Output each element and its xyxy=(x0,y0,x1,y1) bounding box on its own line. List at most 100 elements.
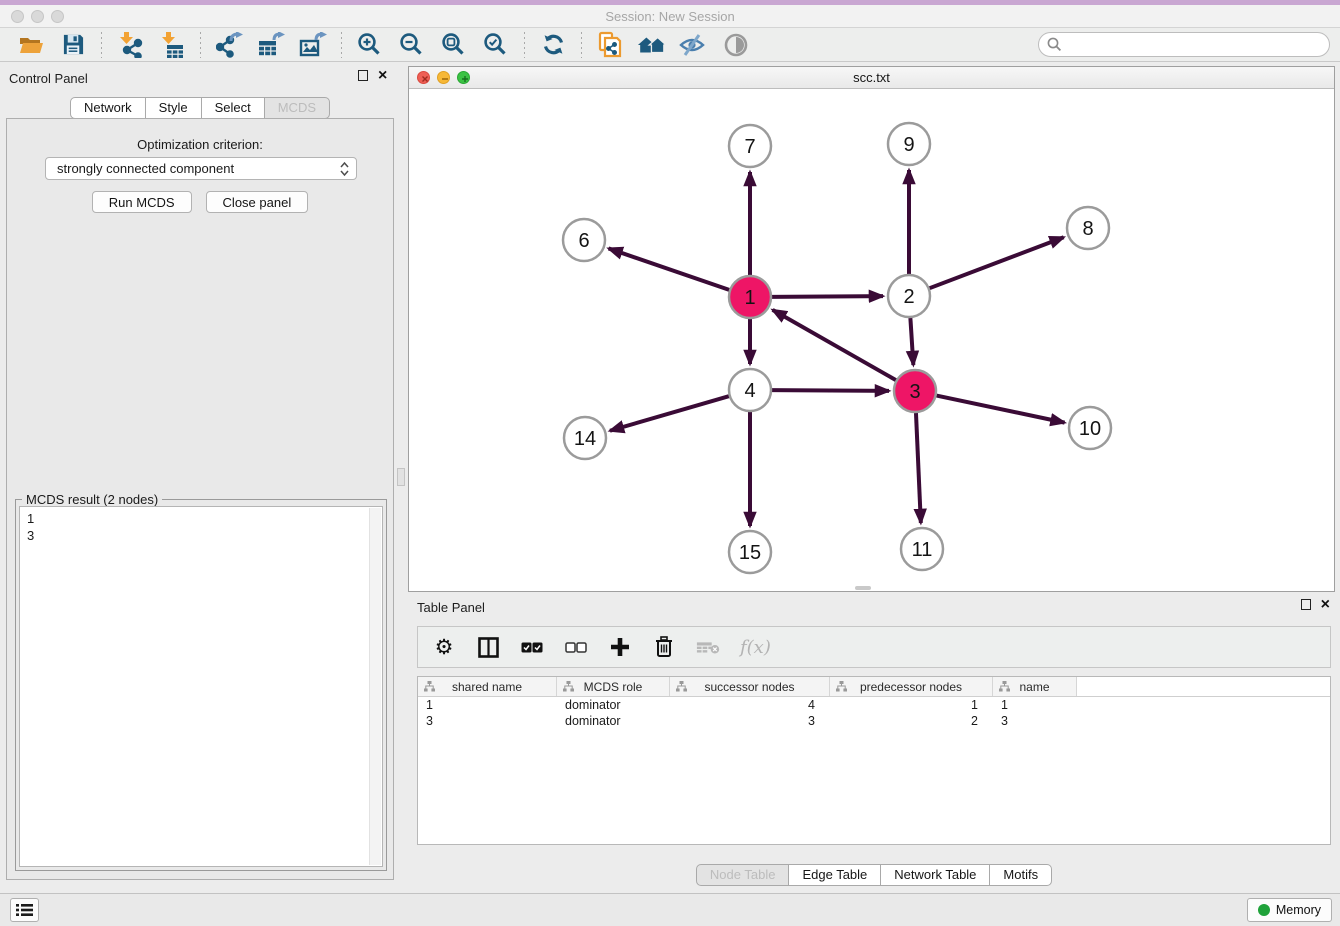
tab-select[interactable]: Select xyxy=(201,97,265,119)
delete-column-trash-icon[interactable] xyxy=(652,635,676,659)
graph-canvas[interactable]: 7 9 6 8 1 2 4 3 14 10 15 11 xyxy=(409,89,1334,591)
close-panel-button[interactable]: Close panel xyxy=(206,191,309,213)
graph-edge-1-2[interactable] xyxy=(772,296,883,297)
zoom-selected-icon[interactable] xyxy=(481,30,511,60)
graph-node-14[interactable]: 14 xyxy=(564,417,606,459)
zoom-in-icon[interactable] xyxy=(355,30,385,60)
node-table[interactable]: shared nameMCDS rolesuccessor nodesprede… xyxy=(417,676,1331,845)
table-cell[interactable]: dominator xyxy=(557,697,670,713)
optimization-criterion-dropdown[interactable]: strongly connected component xyxy=(45,157,357,180)
result-line: 1 xyxy=(27,510,375,527)
search-icon xyxy=(1047,37,1062,52)
graph-node-7[interactable]: 7 xyxy=(729,125,771,167)
control-panel-close-icon[interactable]: × xyxy=(378,70,387,81)
show-panel-eye-icon[interactable] xyxy=(721,30,751,60)
result-scrollbar[interactable] xyxy=(369,508,381,865)
graph-edge-2-8[interactable] xyxy=(930,237,1064,288)
column-header-predecessor-nodes[interactable]: predecessor nodes xyxy=(830,677,993,696)
graph-node-4[interactable]: 4 xyxy=(729,369,771,411)
graph-node-1[interactable]: 1 xyxy=(729,276,771,318)
column-header-name[interactable]: name xyxy=(993,677,1077,696)
graph-node-3[interactable]: 3 xyxy=(894,370,936,412)
graph-node-2[interactable]: 2 xyxy=(888,275,930,317)
graph-node-8[interactable]: 8 xyxy=(1067,207,1109,249)
network-window-title: scc.txt xyxy=(409,70,1334,85)
graph-edge-4-14[interactable] xyxy=(610,396,729,431)
graph-edge-2-3[interactable] xyxy=(910,318,913,365)
network-hscroll-handle[interactable] xyxy=(855,586,871,590)
mcds-result-title: MCDS result (2 nodes) xyxy=(22,492,162,507)
table-settings-gear-icon[interactable]: ⚙ xyxy=(432,635,456,659)
save-session-icon[interactable] xyxy=(58,30,88,60)
network-view-window: scc.txt 7 9 6 8 1 2 4 3 14 10 15 11 xyxy=(408,66,1335,592)
graph-node-10[interactable]: 10 xyxy=(1069,407,1111,449)
show-column-icon[interactable] xyxy=(476,635,500,659)
search-input[interactable] xyxy=(1038,32,1330,57)
table-cell[interactable]: 3 xyxy=(993,713,1077,729)
table-panel-close-icon[interactable]: × xyxy=(1321,599,1330,610)
control-panel-float-icon[interactable] xyxy=(358,70,368,81)
table-cell[interactable]: 1 xyxy=(830,697,993,713)
graph-node-6[interactable]: 6 xyxy=(563,219,605,261)
tab-network[interactable]: Network xyxy=(70,97,146,119)
graph-node-15[interactable]: 15 xyxy=(729,531,771,573)
zoom-fit-icon[interactable] xyxy=(439,30,469,60)
column-header-shared-name[interactable]: shared name xyxy=(418,677,557,696)
table-cell[interactable]: 3 xyxy=(418,713,557,729)
tab-node-table[interactable]: Node Table xyxy=(696,864,790,886)
copy-network-icon[interactable] xyxy=(595,30,625,60)
table-cell[interactable]: 3 xyxy=(670,713,830,729)
table-cell[interactable]: dominator xyxy=(557,713,670,729)
graph-edge-3-1[interactable] xyxy=(773,310,896,380)
control-panel: Control Panel × NetworkStyleSelectMCDS O… xyxy=(0,62,400,893)
table-row[interactable]: 1dominator411 xyxy=(418,697,1330,713)
home-icon[interactable] xyxy=(637,30,667,60)
refresh-icon[interactable] xyxy=(538,30,568,60)
run-mcds-button[interactable]: Run MCDS xyxy=(92,191,192,213)
column-header-MCDS-role[interactable]: MCDS role xyxy=(557,677,670,696)
select-all-icon[interactable] xyxy=(520,635,544,659)
graph-node-11[interactable]: 11 xyxy=(901,528,943,570)
graph-node-label: 1 xyxy=(744,287,755,309)
list-icon xyxy=(16,903,33,917)
tab-network-table[interactable]: Network Table xyxy=(880,864,990,886)
table-cell[interactable]: 4 xyxy=(670,697,830,713)
graph-edge-3-11[interactable] xyxy=(916,413,921,523)
tab-style[interactable]: Style xyxy=(145,97,202,119)
graph-node-label: 2 xyxy=(903,286,914,308)
panel-splitter-handle[interactable] xyxy=(397,468,405,486)
tab-motifs[interactable]: Motifs xyxy=(989,864,1052,886)
add-column-plus-icon[interactable] xyxy=(608,635,632,659)
graph-edge-1-6[interactable] xyxy=(609,248,730,289)
table-cell[interactable]: 1 xyxy=(993,697,1077,713)
column-header-successor-nodes[interactable]: successor nodes xyxy=(670,677,830,696)
task-history-button[interactable] xyxy=(10,898,39,922)
table-cell[interactable]: 2 xyxy=(830,713,993,729)
tab-edge-table[interactable]: Edge Table xyxy=(788,864,881,886)
open-session-icon[interactable] xyxy=(16,30,46,60)
export-image-icon[interactable] xyxy=(298,30,328,60)
graph-node-label: 7 xyxy=(744,136,755,158)
tab-mcds[interactable]: MCDS xyxy=(264,97,330,119)
memory-button[interactable]: Memory xyxy=(1247,898,1332,922)
hide-panel-eye-slash-icon[interactable] xyxy=(679,30,709,60)
table-panel-float-icon[interactable] xyxy=(1301,599,1311,610)
delete-table-icon[interactable] xyxy=(696,635,720,659)
mcds-result-area[interactable]: 13 xyxy=(19,506,383,867)
table-panel-title: Table Panel xyxy=(417,600,485,615)
export-table-icon[interactable] xyxy=(256,30,286,60)
function-builder-icon[interactable]: f(x) xyxy=(740,637,771,658)
toolbar-separator xyxy=(341,32,342,58)
graph-node-9[interactable]: 9 xyxy=(888,123,930,165)
import-table-icon[interactable] xyxy=(157,30,187,60)
import-network-icon[interactable] xyxy=(115,30,145,60)
app-titlebar: Session: New Session xyxy=(0,5,1340,28)
zoom-out-icon[interactable] xyxy=(397,30,427,60)
table-row[interactable]: 3dominator323 xyxy=(418,713,1330,729)
graph-edge-4-3[interactable] xyxy=(772,390,889,391)
network-window-titlebar[interactable]: scc.txt xyxy=(409,67,1334,89)
table-cell[interactable]: 1 xyxy=(418,697,557,713)
deselect-all-icon[interactable] xyxy=(564,635,588,659)
export-network-icon[interactable] xyxy=(214,30,244,60)
graph-edge-3-10[interactable] xyxy=(937,396,1065,423)
